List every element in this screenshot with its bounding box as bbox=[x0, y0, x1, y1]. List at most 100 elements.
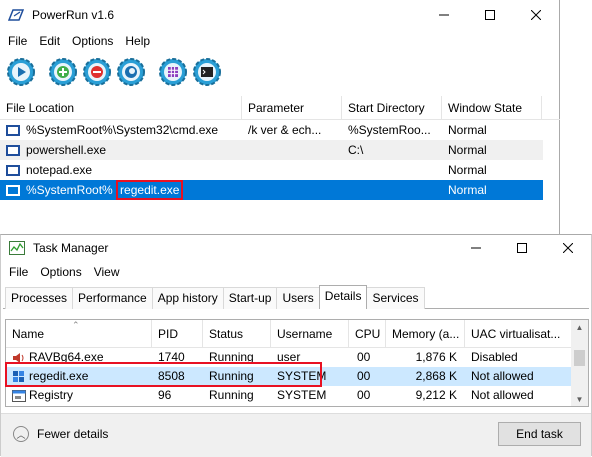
parameter bbox=[242, 160, 342, 180]
menu-file[interactable]: File bbox=[2, 34, 33, 48]
column-username[interactable]: Username bbox=[271, 320, 349, 348]
tab-performance[interactable]: Performance bbox=[72, 287, 153, 309]
process-name: regedit.exe bbox=[29, 369, 89, 383]
cpu: 00 bbox=[357, 369, 371, 383]
menu-view[interactable]: View bbox=[88, 265, 126, 279]
scrollbar-thumb[interactable] bbox=[574, 350, 585, 366]
console-button[interactable] bbox=[190, 55, 224, 89]
menu-options[interactable]: Options bbox=[34, 265, 87, 279]
pid: 1740 bbox=[158, 350, 185, 364]
checkbox[interactable] bbox=[6, 124, 20, 136]
process-name-cell: regedit.exe bbox=[6, 367, 152, 386]
process-name-cell: Registry bbox=[6, 386, 152, 405]
list-item[interactable]: %SystemRoot%\System32\cmd.exe /k ver & e… bbox=[0, 120, 560, 140]
menu-help[interactable]: Help bbox=[119, 34, 156, 48]
checkbox[interactable] bbox=[6, 164, 20, 176]
powerrun-title: PowerRun v1.6 bbox=[32, 8, 115, 22]
list-item[interactable]: notepad.exe Normal bbox=[0, 160, 560, 180]
parameter bbox=[242, 140, 342, 160]
registry-icon bbox=[12, 389, 26, 402]
column-name[interactable]: ⌃ Name bbox=[6, 320, 152, 348]
minimize-icon bbox=[439, 14, 449, 16]
tab-services[interactable]: Services bbox=[366, 287, 425, 309]
sort-ascending-icon: ⌃ bbox=[72, 320, 80, 330]
list-item-selected[interactable]: %SystemRoot% regedit.exe Normal bbox=[0, 180, 543, 200]
tab-users[interactable]: Users bbox=[276, 287, 320, 309]
uac-virtualisation: Not allowed bbox=[471, 388, 534, 402]
menu-file[interactable]: File bbox=[3, 265, 34, 279]
menu-options[interactable]: Options bbox=[66, 34, 119, 48]
parameter: /k ver & ech... bbox=[248, 123, 322, 137]
powerrun-titlebar: PowerRun v1.6 bbox=[0, 0, 559, 30]
table-row-selected[interactable]: regedit.exe 8508 Running SYSTEM 00 2,868… bbox=[6, 367, 572, 386]
fewer-details-toggle[interactable]: ︿ Fewer details bbox=[13, 426, 108, 442]
menu-edit[interactable]: Edit bbox=[33, 34, 66, 48]
column-window-state[interactable]: Window State bbox=[442, 96, 542, 120]
details-table: ⌃ Name PID Status Username CPU Memory (a… bbox=[5, 319, 589, 407]
scroll-up-icon[interactable]: ▲ bbox=[571, 320, 588, 334]
minimize-icon bbox=[471, 247, 481, 249]
minimize-button[interactable] bbox=[421, 0, 467, 30]
maximize-button[interactable] bbox=[467, 0, 513, 30]
checkbox[interactable] bbox=[6, 184, 20, 196]
grid-button[interactable] bbox=[156, 55, 190, 89]
column-parameter[interactable]: Parameter bbox=[242, 96, 342, 120]
column-start-directory[interactable]: Start Directory bbox=[342, 96, 442, 120]
process-name: Registry bbox=[29, 388, 74, 402]
scroll-down-icon[interactable]: ▼ bbox=[571, 392, 588, 406]
file-location: notepad.exe bbox=[26, 163, 93, 177]
column-file-location[interactable]: File Location bbox=[0, 96, 242, 120]
cpu: 00 bbox=[357, 350, 371, 364]
powerrun-toolbar bbox=[4, 55, 224, 89]
tab-app-history[interactable]: App history bbox=[151, 287, 224, 309]
minimize-button[interactable] bbox=[453, 235, 499, 261]
column-memory[interactable]: Memory (a... bbox=[386, 320, 465, 348]
refresh-button[interactable] bbox=[114, 55, 148, 89]
remove-icon bbox=[83, 58, 111, 86]
column-pid[interactable]: PID bbox=[152, 320, 203, 348]
status: Running bbox=[209, 369, 254, 383]
task-manager-title: Task Manager bbox=[33, 241, 109, 255]
window-state: Normal bbox=[448, 123, 487, 137]
process-name-cell: RAVBg64.exe bbox=[6, 348, 152, 367]
file-location: powershell.exe bbox=[26, 143, 107, 157]
memory: 2,868 K bbox=[415, 369, 457, 383]
close-button[interactable] bbox=[545, 235, 591, 261]
vertical-scrollbar[interactable]: ▲ ▼ bbox=[571, 320, 588, 406]
console-icon bbox=[193, 58, 221, 86]
table-row[interactable]: RAVBg64.exe 1740 Running user 00 1,876 K… bbox=[6, 348, 588, 367]
table-row[interactable]: Registry 96 Running SYSTEM 00 9,212 K No… bbox=[6, 386, 588, 405]
pid: 96 bbox=[158, 388, 172, 402]
username: SYSTEM bbox=[277, 388, 327, 402]
close-button[interactable] bbox=[513, 0, 559, 30]
list-item[interactable]: powershell.exe C:\ Normal bbox=[0, 140, 543, 160]
task-manager-titlebar: Task Manager bbox=[1, 235, 591, 261]
close-icon bbox=[563, 243, 573, 253]
powerrun-list: %SystemRoot%\System32\cmd.exe /k ver & e… bbox=[0, 120, 560, 200]
task-manager-window: Task Manager File Options View Processes… bbox=[0, 234, 592, 457]
regedit-icon bbox=[13, 370, 24, 382]
powerrun-app-icon bbox=[8, 9, 24, 21]
task-manager-footer: ︿ Fewer details End task bbox=[1, 413, 591, 457]
checkbox[interactable] bbox=[6, 144, 20, 156]
column-uac-virtualisation[interactable]: UAC virtualisat... bbox=[465, 320, 573, 348]
tab-processes[interactable]: Processes bbox=[5, 287, 74, 309]
username: SYSTEM bbox=[277, 369, 327, 383]
highlighted-filename: regedit.exe bbox=[116, 180, 184, 200]
remove-button[interactable] bbox=[80, 55, 114, 89]
file-location: %SystemRoot%\System32\cmd.exe bbox=[26, 123, 219, 137]
column-status[interactable]: Status bbox=[203, 320, 271, 348]
memory: 9,212 K bbox=[415, 388, 457, 402]
grid-icon bbox=[159, 58, 187, 86]
column-cpu[interactable]: CPU bbox=[349, 320, 386, 348]
end-task-button[interactable]: End task bbox=[498, 422, 581, 446]
file-location: %SystemRoot% regedit.exe bbox=[26, 180, 242, 200]
file-location-prefix: %SystemRoot% bbox=[26, 183, 113, 197]
maximize-button[interactable] bbox=[499, 235, 545, 261]
uac-virtualisation: Disabled bbox=[471, 350, 518, 364]
tab-details[interactable]: Details bbox=[318, 285, 368, 309]
run-button[interactable] bbox=[4, 55, 38, 89]
add-button[interactable] bbox=[46, 55, 80, 89]
tab-start-up[interactable]: Start-up bbox=[222, 287, 278, 309]
maximize-icon bbox=[517, 243, 527, 253]
